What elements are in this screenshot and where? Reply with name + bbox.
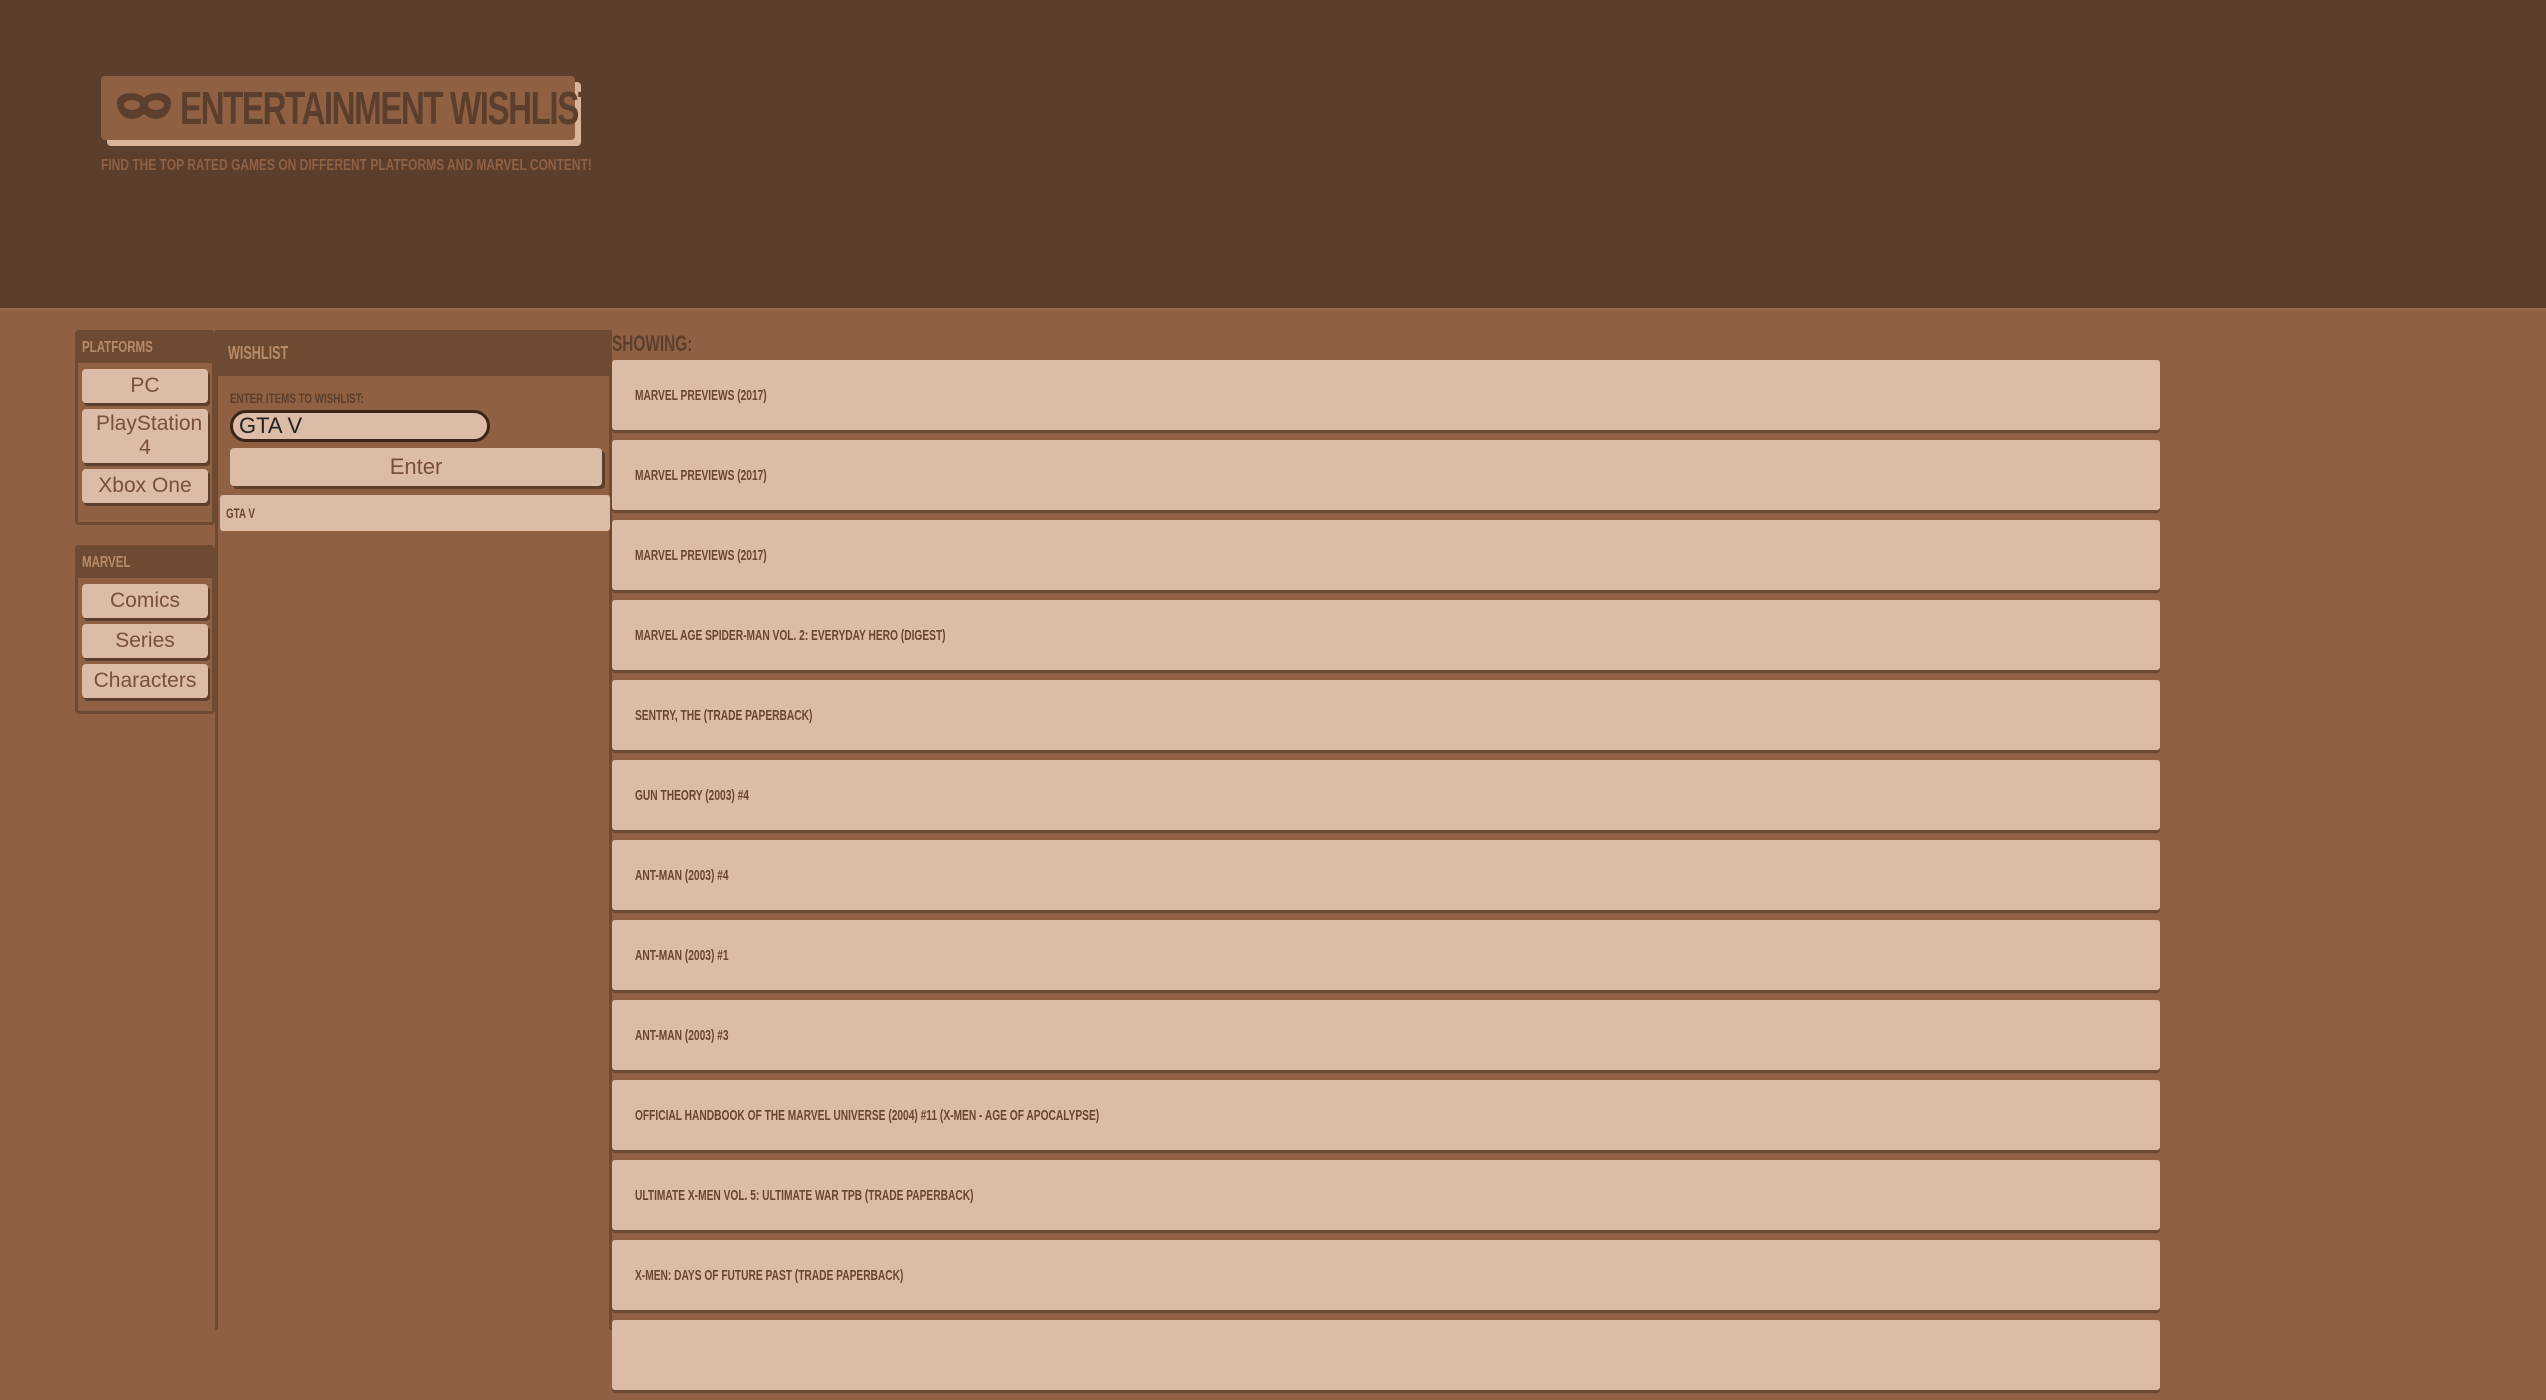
result-card[interactable] [612, 1320, 2160, 1390]
result-card[interactable]: ANT-MAN (2003) #1 [612, 920, 2160, 990]
mask-icon [117, 93, 171, 119]
marvel-comics-button[interactable]: Comics [82, 584, 208, 618]
platform-xbox-button[interactable]: Xbox One [82, 469, 208, 503]
result-card[interactable]: OFFICIAL HANDBOOK OF THE MARVEL UNIVERSE… [612, 1080, 2160, 1150]
marvel-series-button[interactable]: Series [82, 624, 208, 658]
site-logo[interactable]: ENTERTAINMENT WISHLIST [101, 76, 598, 140]
platforms-panel: PLATFORMS PC PlayStation 4 Xbox One [75, 330, 215, 525]
wishlist-heading: WISHLIST [218, 330, 609, 376]
result-card[interactable]: MARVEL PREVIEWS (2017) [612, 520, 2160, 590]
results-list: MARVEL PREVIEWS (2017) MARVEL PREVIEWS (… [612, 360, 2160, 1400]
marvel-characters-button[interactable]: Characters [82, 664, 208, 698]
result-card[interactable]: GUN THEORY (2003) #4 [612, 760, 2160, 830]
platforms-heading: PLATFORMS [78, 333, 212, 363]
result-card[interactable]: MARVEL PREVIEWS (2017) [612, 440, 2160, 510]
wishlist-item[interactable]: GTA V [220, 495, 610, 531]
wishlist-input-label: ENTER ITEMS TO WISHLIST: [230, 390, 364, 406]
result-card[interactable]: ANT-MAN (2003) #4 [612, 840, 2160, 910]
platform-ps4-button[interactable]: PlayStation 4 [82, 409, 208, 463]
results-heading: SHOWING: [612, 331, 693, 356]
marvel-panel: MARVEL Comics Series Characters [75, 545, 215, 714]
wishlist-input[interactable] [230, 410, 490, 442]
site-title: ENTERTAINMENT WISHLIST [180, 82, 598, 134]
marvel-heading: MARVEL [78, 548, 212, 578]
result-card[interactable]: MARVEL PREVIEWS (2017) [612, 360, 2160, 430]
wishlist-enter-button[interactable]: Enter [230, 448, 602, 486]
result-card[interactable]: X-MEN: DAYS OF FUTURE PAST (TRADE PAPERB… [612, 1240, 2160, 1310]
page-header: ENTERTAINMENT WISHLIST FIND THE TOP RATE… [0, 0, 2546, 310]
result-card[interactable]: SENTRY, THE (TRADE PAPERBACK) [612, 680, 2160, 750]
wishlist-panel: WISHLIST ENTER ITEMS TO WISHLIST: Enter … [215, 330, 612, 1330]
result-card[interactable]: ULTIMATE X-MEN VOL. 5: ULTIMATE WAR TPB … [612, 1160, 2160, 1230]
site-tagline: FIND THE TOP RATED GAMES ON DIFFERENT PL… [101, 157, 592, 174]
platform-pc-button[interactable]: PC [82, 369, 208, 403]
result-card[interactable]: MARVEL AGE SPIDER-MAN VOL. 2: EVERYDAY H… [612, 600, 2160, 670]
result-card[interactable]: ANT-MAN (2003) #3 [612, 1000, 2160, 1070]
